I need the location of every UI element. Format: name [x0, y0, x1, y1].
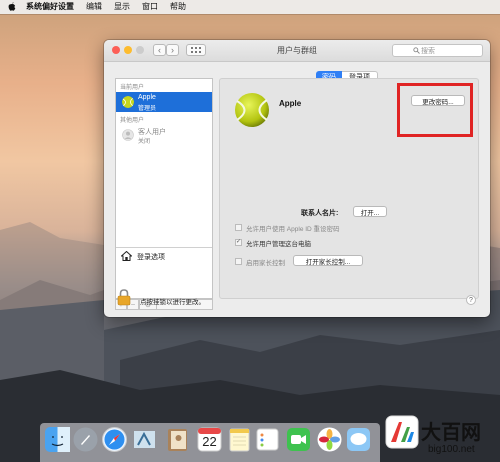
login-options-item[interactable]: 登录选项: [116, 247, 212, 264]
checkmark-icon: ✓: [236, 239, 242, 245]
search-input[interactable]: 搜索: [392, 44, 483, 57]
reminders-icon[interactable]: [255, 427, 280, 452]
lock-icon[interactable]: [117, 289, 131, 306]
current-users-label: 当前用户: [120, 85, 145, 91]
messages-icon[interactable]: [346, 427, 371, 452]
safari-icon[interactable]: [102, 427, 127, 452]
user-role: 管理员: [138, 106, 157, 112]
watermark-url: big100.net: [428, 444, 475, 455]
calendar-day: 22: [202, 434, 217, 449]
help-button[interactable]: ?: [466, 295, 476, 305]
user-full-name: Apple: [279, 99, 302, 108]
notes-icon[interactable]: [227, 427, 252, 452]
search-icon: [413, 47, 420, 54]
menu-help[interactable]: 帮助: [164, 0, 192, 14]
photos-icon[interactable]: [317, 427, 342, 452]
guest-user-status: 关闭: [138, 139, 151, 145]
menu-app-name[interactable]: 系统偏好设置: [20, 0, 80, 14]
facetime-icon[interactable]: [286, 427, 311, 452]
allow-admin-checkbox[interactable]: ✓: [235, 239, 242, 246]
users-groups-window: ‹ › 用户与群组 搜索 当前用户 Apple 管理员 其他用户 客人用户 关闭…: [104, 40, 490, 317]
house-icon: [121, 251, 132, 261]
contacts-icon[interactable]: [165, 427, 190, 452]
guest-user-icon: [122, 129, 134, 141]
user-picture[interactable]: [234, 92, 270, 128]
other-users-label: 其他用户: [120, 118, 145, 124]
login-options-label: 登录选项: [137, 254, 165, 261]
search-placeholder: 搜索: [421, 47, 435, 55]
open-parental-controls-button[interactable]: 打开家长控制...: [293, 255, 363, 266]
parental-controls-checkbox[interactable]: [235, 258, 242, 265]
tennis-ball-avatar: [122, 96, 134, 108]
menu-edit[interactable]: 编辑: [80, 0, 108, 14]
user-name: Apple: [138, 94, 156, 101]
dock: 22: [40, 423, 380, 462]
allow-admin-label: 允许用户管理这台电脑: [246, 241, 311, 248]
menu-bar: 系统偏好设置 编辑 显示 窗口 帮助: [0, 0, 500, 14]
menu-window[interactable]: 窗口: [136, 0, 164, 14]
watermark-logo-icon: [385, 415, 419, 449]
lock-hint-text: 点按挂锁以进行更改。: [140, 299, 205, 306]
user-item-guest[interactable]: 客人用户 关闭: [116, 125, 212, 145]
launchpad-icon[interactable]: [73, 427, 98, 452]
user-item-apple[interactable]: Apple 管理员: [116, 92, 212, 112]
menu-view[interactable]: 显示: [108, 0, 136, 14]
mail-icon[interactable]: [132, 427, 157, 452]
apple-id-reset-checkbox[interactable]: [235, 224, 242, 231]
highlight-box: [397, 83, 473, 137]
open-contact-button[interactable]: 打开...: [353, 206, 387, 217]
apple-menu-icon[interactable]: [4, 1, 20, 13]
user-list: 当前用户 Apple 管理员 其他用户 客人用户 关闭 登录选项: [115, 78, 213, 299]
watermark-title: 大百网: [421, 420, 481, 444]
title-bar: ‹ › 用户与群组 搜索: [104, 40, 490, 62]
contact-card-label: 联系人名片:: [301, 210, 339, 217]
calendar-icon[interactable]: 22: [197, 427, 222, 452]
parental-controls-label: 启用家长控制: [246, 260, 285, 267]
apple-id-reset-label: 允许用户使用 Apple ID 重设密码: [246, 226, 340, 233]
finder-icon[interactable]: [45, 427, 70, 452]
